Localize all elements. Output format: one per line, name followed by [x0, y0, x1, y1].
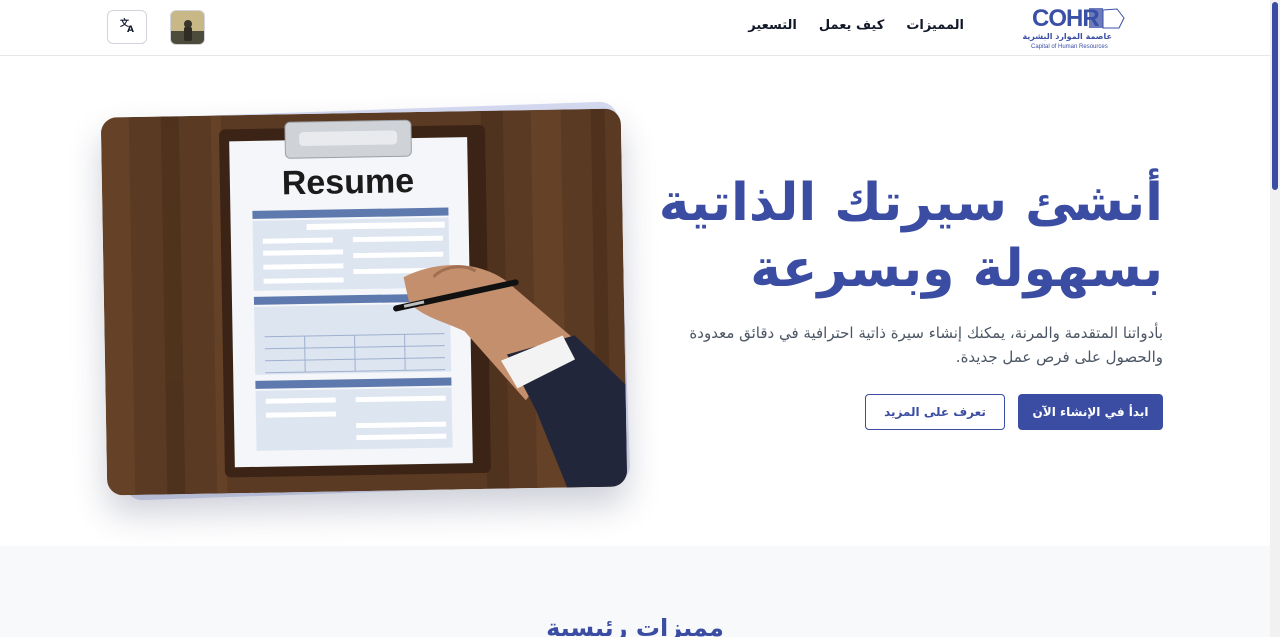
features-title: مميزات رئيسية [546, 614, 724, 637]
top-navbar: 文 A المميزات كيف يعمل التسعير COHR عاصمة… [0, 0, 1270, 56]
language-toggle-button[interactable]: 文 A [107, 10, 147, 44]
user-avatar[interactable] [170, 10, 205, 45]
scrollbar-thumb[interactable] [1272, 2, 1278, 190]
hero-title-line1: أنشئ سيرتك الذاتية [658, 173, 1163, 233]
hero-description: بأدواتنا المتقدمة والمرنة، يمكنك إنشاء س… [689, 324, 1163, 366]
page-scrollbar[interactable] [1270, 0, 1280, 637]
learn-more-button[interactable]: تعرف على المزيد [865, 394, 1005, 430]
hero-title-line2: بسهولة وبسرعة [750, 239, 1163, 299]
logo-english-name: Capital of Human Resources [1031, 44, 1108, 50]
svg-text:A: A [127, 25, 134, 33]
hero-title: أنشئ سيرتك الذاتية بسهولة وبسرعة [603, 170, 1163, 302]
translate-icon: 文 A [119, 17, 135, 37]
nav-how-it-works-link[interactable]: كيف يعمل [819, 18, 884, 33]
logo-map-icon [1089, 8, 1125, 29]
brand-logo[interactable]: COHR عاصمة الموارد البشرية Capital of Hu… [1022, 5, 1131, 55]
start-creating-button[interactable]: ابدأ في الإنشاء الآن [1018, 394, 1163, 430]
nav-pricing-link[interactable]: التسعير [748, 18, 797, 33]
hero-resume-image: Resume [100, 108, 628, 496]
logo-arabic-name: عاصمة الموارد البشرية [1022, 32, 1112, 41]
nav-features-link[interactable]: المميزات [906, 18, 964, 33]
main-navigation: المميزات كيف يعمل التسعير [748, 18, 964, 33]
resume-image-title: Resume [281, 162, 414, 202]
